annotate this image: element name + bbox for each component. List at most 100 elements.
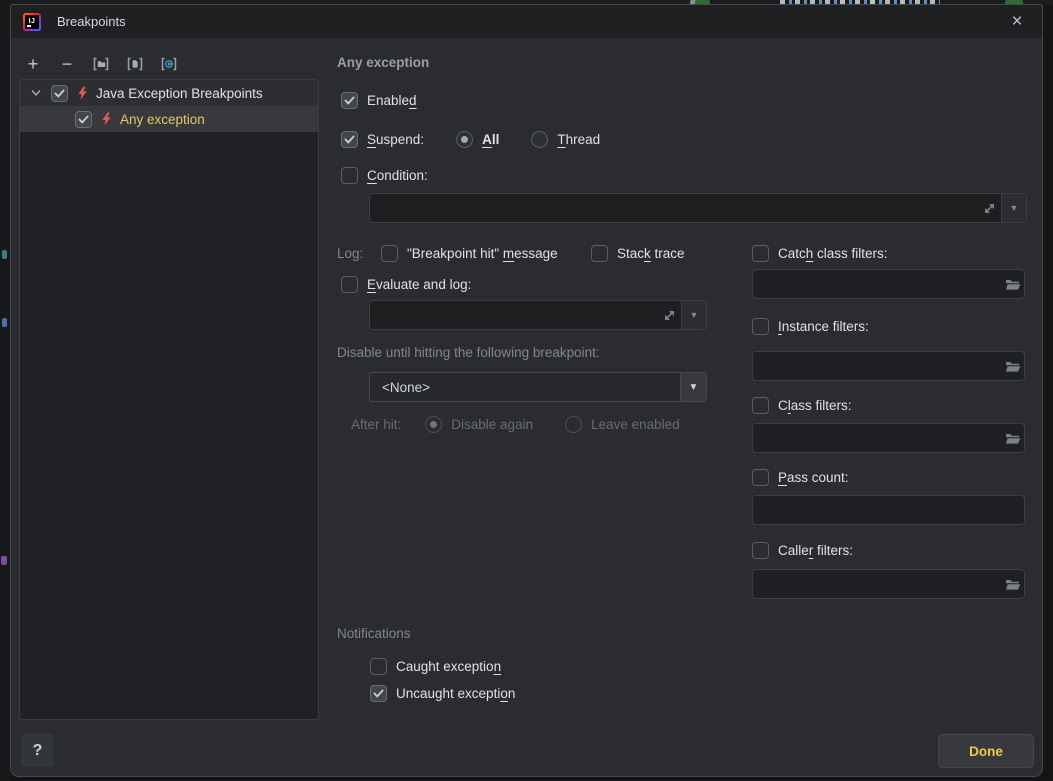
enabled-label: Enabled xyxy=(367,93,417,108)
dialog-titlebar[interactable]: IJ Breakpoints × xyxy=(11,5,1042,38)
expand-editor-icon[interactable] xyxy=(977,194,1001,222)
suspend-thread-label[interactable]: Thread xyxy=(557,132,600,147)
caller-filters-checkbox[interactable] xyxy=(752,542,769,559)
label-text: uspend: xyxy=(376,132,424,147)
enabled-checkbox[interactable] xyxy=(341,92,358,109)
label-text: Catc xyxy=(778,246,806,261)
logo-text: IJ xyxy=(29,18,36,25)
evaluate-and-log-label: Evaluate and log: xyxy=(367,277,471,292)
tree-row-any-exception[interactable]: Any exception xyxy=(20,106,318,132)
suspend-label: Suspend: xyxy=(367,132,424,147)
pass-count-field xyxy=(752,495,1025,525)
condition-field: ▼ xyxy=(369,193,1027,223)
label-text: ass filters: xyxy=(791,398,852,413)
catch-class-filters-input[interactable] xyxy=(753,277,1002,292)
browse-folder-icon[interactable] xyxy=(1002,578,1024,591)
group-by-class-icon: C xyxy=(160,56,178,72)
enabled-checkbox-row[interactable]: Enabled xyxy=(341,90,417,110)
instance-filters-checkbox[interactable] xyxy=(752,318,769,335)
suspend-all-radio[interactable] xyxy=(456,131,473,148)
help-button[interactable]: ? xyxy=(21,734,54,767)
svg-text:C: C xyxy=(166,60,172,69)
disable-until-combobox[interactable]: <None> ▼ xyxy=(369,372,707,402)
evaluate-field: ▼ xyxy=(369,300,707,330)
breakpoints-dialog: IJ Breakpoints × + − xyxy=(10,4,1043,777)
caller-filters-field xyxy=(752,569,1025,599)
stack-trace-checkbox[interactable] xyxy=(591,245,608,262)
group-by-package-button[interactable] xyxy=(89,52,113,76)
label-text: n xyxy=(508,686,516,701)
label-text: ll xyxy=(492,132,500,147)
catch-class-filters-label: Catch class filters: xyxy=(778,246,888,261)
label-text: ondition: xyxy=(377,168,428,183)
caught-exception-row[interactable]: Caught exception xyxy=(370,656,501,676)
label-mnemonic: n xyxy=(494,659,502,674)
close-button[interactable]: × xyxy=(1004,9,1030,35)
tree-row-java-exception-breakpoints[interactable]: Java Exception Breakpoints xyxy=(20,80,318,106)
label-text: filters: xyxy=(813,543,853,558)
done-button[interactable]: Done xyxy=(938,734,1034,768)
catch-class-filters-checkbox[interactable] xyxy=(752,245,769,262)
chevron-down-icon[interactable]: ▼ xyxy=(680,373,706,401)
group-by-file-button[interactable] xyxy=(123,52,147,76)
browse-folder-icon[interactable] xyxy=(1002,360,1024,373)
evaluate-input[interactable] xyxy=(370,301,657,329)
evaluate-history-dropdown[interactable]: ▼ xyxy=(681,301,706,329)
label-mnemonic: E xyxy=(367,277,376,292)
catch-class-filters-row[interactable]: Catch class filters: xyxy=(752,243,888,263)
condition-input[interactable] xyxy=(370,194,977,222)
label-text: Uncaught excepti xyxy=(396,686,500,701)
label-text: Log: xyxy=(337,246,363,261)
tree-row-checkbox[interactable] xyxy=(51,85,68,102)
suspend-all-label[interactable]: All xyxy=(482,132,499,147)
suspend-thread-radio[interactable] xyxy=(531,131,548,148)
leave-enabled-label: Leave enabled xyxy=(591,417,680,432)
log-message-checkbox-row[interactable]: "Breakpoint hit" message xyxy=(381,243,558,263)
tree-row-checkbox[interactable] xyxy=(75,111,92,128)
uncaught-exception-checkbox[interactable] xyxy=(370,685,387,702)
condition-checkbox[interactable] xyxy=(341,167,358,184)
label-text: Enable xyxy=(367,93,409,108)
class-filters-checkbox[interactable] xyxy=(752,397,769,414)
evaluate-and-log-checkbox[interactable] xyxy=(341,276,358,293)
condition-history-dropdown[interactable]: ▼ xyxy=(1001,194,1026,222)
intellij-logo-icon: IJ xyxy=(23,13,41,31)
instance-filters-row[interactable]: Instance filters: xyxy=(752,316,869,336)
caught-exception-checkbox[interactable] xyxy=(370,658,387,675)
group-by-file-icon xyxy=(126,56,144,72)
label-text: valuate and log: xyxy=(376,277,471,292)
label-text: Calle xyxy=(778,543,809,558)
uncaught-exception-row[interactable]: Uncaught exception xyxy=(370,683,515,703)
remove-breakpoint-button[interactable]: − xyxy=(55,52,79,76)
suspend-checkbox[interactable] xyxy=(341,131,358,148)
evaluate-checkbox-row[interactable]: Evaluate and log: xyxy=(341,274,471,294)
pass-count-checkbox[interactable] xyxy=(752,469,769,486)
instance-filters-input[interactable] xyxy=(753,359,1002,374)
condition-checkbox-row[interactable]: Condition: xyxy=(341,165,428,185)
pass-count-input[interactable] xyxy=(753,503,1024,518)
pass-count-label: Pass count: xyxy=(778,470,849,485)
expand-editor-icon[interactable] xyxy=(657,301,681,329)
label-text: Disable until hitting the following brea… xyxy=(337,345,600,360)
tree-row-label: Any exception xyxy=(120,112,205,127)
pass-count-row[interactable]: Pass count: xyxy=(752,467,849,487)
chevron-down-icon[interactable] xyxy=(28,85,44,101)
breakpoint-hit-message-checkbox[interactable] xyxy=(381,245,398,262)
add-breakpoint-button[interactable]: + xyxy=(21,52,45,76)
label-mnemonic: A xyxy=(482,132,492,147)
group-by-class-button[interactable]: C xyxy=(157,52,181,76)
label-mnemonic: o xyxy=(500,686,508,701)
class-filters-row[interactable]: Class filters: xyxy=(752,395,852,415)
label-mnemonic: C xyxy=(367,168,377,183)
label-text: essage xyxy=(514,246,558,261)
browse-folder-icon[interactable] xyxy=(1002,432,1024,445)
stack-trace-checkbox-row[interactable]: Stack trace xyxy=(591,243,685,263)
browse-folder-icon[interactable] xyxy=(1002,278,1024,291)
disable-again-label: Disable again xyxy=(451,417,533,432)
class-filters-input[interactable] xyxy=(753,431,1002,446)
caller-filters-row[interactable]: Caller filters: xyxy=(752,540,853,560)
combobox-value: <None> xyxy=(370,380,430,395)
caller-filters-input[interactable] xyxy=(753,577,1002,592)
breakpoints-toolbar: + − C xyxy=(21,51,181,77)
label-text: ass count: xyxy=(787,470,849,485)
